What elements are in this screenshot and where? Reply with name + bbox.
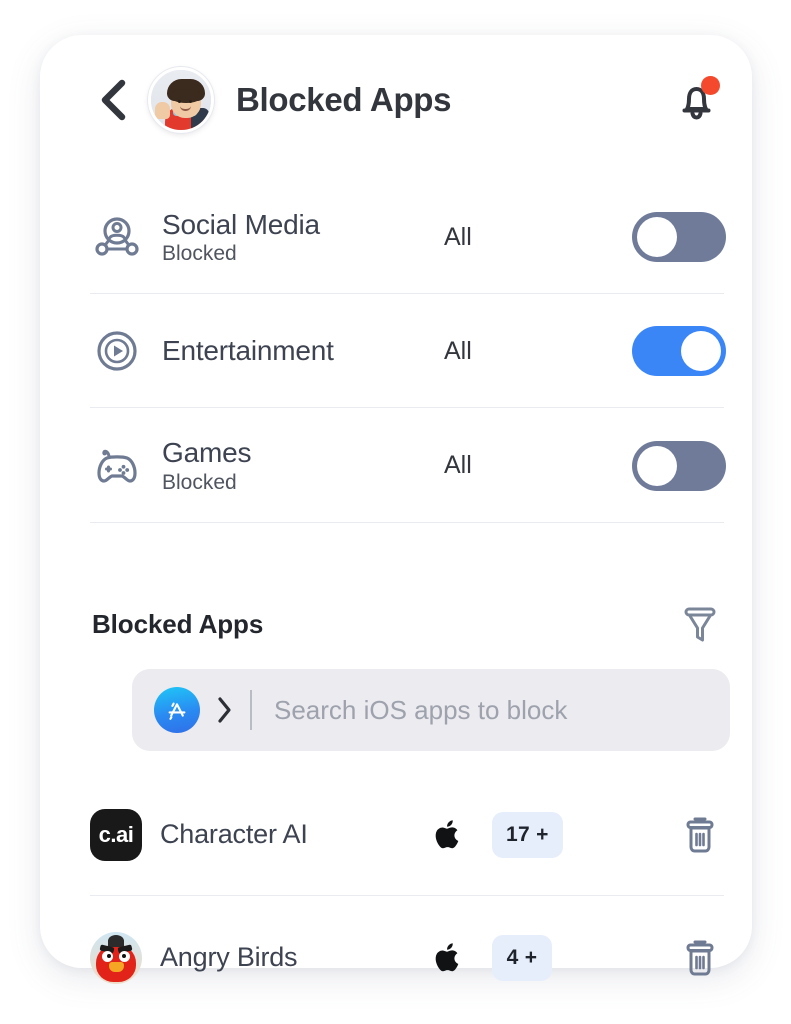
social-network-icon — [90, 210, 144, 264]
app-screen: Blocked Apps Social Media Blocked All En… — [0, 0, 791, 1024]
app-store-icon[interactable] — [154, 687, 200, 733]
category-scope[interactable]: All — [444, 337, 540, 366]
search-input[interactable] — [274, 694, 708, 726]
app-name: Character AI — [160, 819, 308, 849]
notification-badge-dot — [701, 76, 720, 95]
category-name: Games — [162, 437, 252, 469]
toggle-knob — [681, 331, 721, 371]
character-ai-app-icon: c.ai — [90, 808, 142, 861]
page-title: Blocked Apps — [236, 81, 452, 118]
bird-tuft — [108, 934, 124, 947]
section-title: Blocked Apps — [92, 608, 264, 639]
app-search-bar[interactable] — [132, 669, 730, 751]
notifications-button[interactable] — [670, 74, 722, 126]
category-text-games: Games Blocked — [162, 437, 444, 493]
filter-funnel-icon — [684, 607, 716, 642]
list-item[interactable]: c.ai Character AI 17 + — [40, 773, 752, 896]
category-toggle-entertainment[interactable] — [632, 326, 726, 376]
play-circle-icon — [90, 324, 144, 378]
blocked-app-list: c.ai Character AI 17 + Angry Birds 4 + — [40, 773, 752, 1019]
category-status: Blocked — [162, 242, 237, 266]
avatar-eye-right — [189, 100, 192, 103]
app-name: Angry Birds — [160, 942, 298, 972]
avatar-waving-hand — [155, 102, 170, 119]
category-toggle-games[interactable] — [632, 440, 726, 491]
category-status: Blocked — [162, 470, 237, 494]
category-row-entertainment[interactable]: Entertainment All — [40, 294, 752, 408]
search-separator — [250, 690, 252, 730]
category-list: Social Media Blocked All Entertainment A… — [40, 180, 752, 523]
store-expand-button[interactable] — [216, 695, 234, 725]
category-row-social-media[interactable]: Social Media Blocked All — [40, 180, 752, 294]
avatar-eye-left — [178, 100, 181, 103]
filter-button[interactable] — [676, 600, 724, 648]
category-scope[interactable]: All — [444, 223, 540, 252]
row-divider — [90, 522, 724, 523]
bird-pupil-left — [107, 953, 111, 958]
category-toggle-social-media[interactable] — [632, 212, 726, 262]
category-row-games[interactable]: Games Blocked All — [40, 408, 752, 523]
category-text-entertainment: Entertainment — [162, 335, 444, 366]
bird-pupil-right — [122, 953, 126, 958]
apple-logo-icon — [428, 817, 470, 853]
chevron-left-icon — [101, 79, 126, 121]
category-name: Entertainment — [162, 335, 334, 367]
delete-app-button[interactable] — [674, 932, 726, 984]
angry-birds-app-icon — [90, 931, 142, 984]
back-button[interactable] — [92, 77, 134, 123]
page-header: Blocked Apps — [40, 35, 752, 165]
trash-icon — [686, 940, 714, 975]
age-rating-badge: 17 + — [492, 811, 563, 858]
chevron-right-icon — [218, 697, 231, 723]
gamepad-icon — [90, 439, 144, 493]
category-name: Social Media — [162, 208, 320, 240]
category-text-social-media: Social Media Blocked — [162, 209, 444, 265]
apple-logo-icon — [428, 940, 470, 976]
list-item[interactable]: Angry Birds 4 + — [40, 896, 752, 1019]
age-rating-badge: 4 + — [492, 934, 552, 981]
avatar[interactable] — [148, 67, 214, 133]
bird-beak — [109, 961, 124, 972]
delete-app-button[interactable] — [674, 809, 726, 861]
toggle-knob — [637, 217, 677, 257]
trash-icon — [686, 817, 714, 852]
blocked-apps-section-header: Blocked Apps — [40, 588, 752, 660]
category-scope[interactable]: All — [444, 451, 540, 480]
toggle-knob — [637, 445, 677, 486]
app-icon-label: c.ai — [90, 808, 142, 861]
avatar-hair — [167, 79, 205, 103]
blocked-apps-card: Blocked Apps Social Media Blocked All En… — [40, 35, 752, 984]
app-icon-artwork — [90, 931, 142, 984]
